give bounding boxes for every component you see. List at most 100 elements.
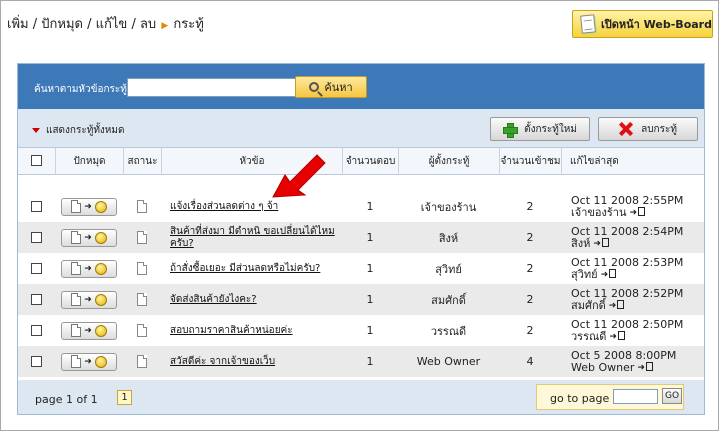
triangle-down-icon xyxy=(32,128,40,133)
topic-link[interactable]: สินค้าที่ส่งมา มีตำหนิ ขอเปลี่ยนได้ไหมคร… xyxy=(170,226,340,250)
document-icon xyxy=(71,293,82,306)
breadcrumb-current: กระทู้ xyxy=(173,17,204,32)
col-author: ผู้ตั้งกระทู้ xyxy=(398,148,499,175)
breadcrumb-edit[interactable]: แก้ไข xyxy=(96,17,128,32)
last-post-date: Oct 11 2008 2:53PM xyxy=(571,255,684,269)
col-views: จำนวนเข้าชม xyxy=(499,148,561,175)
table-row: ➜ สินค้าที่ส่งมา มีตำหนิ ขอเปลี่ยนได้ไหม… xyxy=(18,222,704,253)
plus-icon xyxy=(503,122,519,138)
breadcrumb-pin[interactable]: ปักหมุด xyxy=(41,17,83,32)
breadcrumb-add[interactable]: เพิ่ม xyxy=(7,17,29,32)
breadcrumb-arrow-icon: ▶ xyxy=(161,21,169,31)
view-count: 2 xyxy=(526,324,534,337)
last-post-author: Web Owner xyxy=(571,360,635,374)
pin-button[interactable]: ➜ xyxy=(61,197,117,216)
pin-button[interactable]: ➜ xyxy=(61,290,117,309)
arrow-right-icon: ➜ xyxy=(84,294,92,305)
go-last-post-icon[interactable]: ➜ xyxy=(601,268,617,281)
arrow-right-icon: ➜ xyxy=(84,263,92,274)
document-icon xyxy=(71,262,82,275)
reply-count: 1 xyxy=(366,262,374,275)
page-number-button[interactable]: 1 xyxy=(117,390,132,405)
author-name: สมศักดิ์ xyxy=(431,293,466,307)
last-post-date: Oct 11 2008 2:54PM xyxy=(571,224,684,238)
topic-link[interactable]: แจ้งเรื่องส่วนลดต่าง ๆ จ้า xyxy=(170,201,278,213)
last-post-date: Oct 5 2008 8:00PM xyxy=(571,348,677,362)
select-all-checkbox[interactable] xyxy=(31,155,42,166)
new-topic-button[interactable]: ตั้งกระทู้ใหม่ xyxy=(490,117,590,141)
row-checkbox[interactable] xyxy=(31,201,42,212)
last-post-date: Oct 11 2008 2:55PM xyxy=(571,193,684,207)
row-checkbox[interactable] xyxy=(31,294,42,305)
last-post-author: วรรณดี xyxy=(571,329,607,343)
last-post-author: สิงห์ xyxy=(571,236,591,250)
search-label: ค้นหาตามหัวข้อกระทู้ xyxy=(34,84,127,95)
breadcrumb-delete[interactable]: ลบ xyxy=(140,17,156,32)
pin-icon xyxy=(94,293,107,306)
row-checkbox[interactable] xyxy=(31,232,42,243)
go-last-post-icon[interactable]: ➜ xyxy=(609,330,625,343)
page-frame: เพิ่ม / ปักหมุด / แก้ไข / ลบ ▶ กระทู้ เป… xyxy=(0,0,719,431)
author-name: Web Owner xyxy=(416,355,481,368)
row-checkbox[interactable] xyxy=(31,325,42,336)
delete-topic-label: ลบกระทู้ xyxy=(641,123,677,135)
row-checkbox[interactable] xyxy=(31,263,42,274)
author-name: สุวิทย์ xyxy=(435,262,462,276)
view-count: 2 xyxy=(526,262,534,275)
goto-page-button[interactable]: GO xyxy=(662,388,682,404)
author-name: สิงห์ xyxy=(438,231,459,245)
last-post-author: สุวิทย์ xyxy=(571,267,598,281)
document-icon xyxy=(71,355,82,368)
topic-link[interactable]: ถ้าสั่งซื้อเยอะ มีส่วนลดหรือไม่ครับ? xyxy=(170,263,320,275)
col-pin: ปักหมุด xyxy=(55,148,123,175)
search-icon xyxy=(309,82,320,92)
topic-table: ปักหมุด สถานะ หัวข้อ จำนวนตอบ ผู้ตั้งกระ… xyxy=(18,147,704,380)
status-document-icon xyxy=(137,355,147,368)
topic-link[interactable]: สวัสดีค่ะ จากเจ้าของเว็บ xyxy=(170,356,275,368)
pin-button[interactable]: ➜ xyxy=(61,259,117,278)
open-webboard-button[interactable]: เปิดหน้า Web-Board xyxy=(572,10,713,38)
last-post-author: สมศักดิ์ xyxy=(571,298,606,312)
search-button[interactable]: ค้นหา xyxy=(295,76,367,98)
red-arrow-icon xyxy=(272,154,326,198)
search-input[interactable] xyxy=(127,78,304,97)
reply-count: 1 xyxy=(366,293,374,306)
author-name: วรรณดี xyxy=(430,324,467,338)
col-replies: จำนวนตอบ xyxy=(342,148,398,175)
go-last-post-icon[interactable]: ➜ xyxy=(593,237,609,250)
last-post-date: Oct 11 2008 2:52PM xyxy=(571,286,684,300)
status-document-icon xyxy=(137,293,147,306)
table-row: ➜ จัดส่งสินค้ายังไงคะ? 1 สมศักดิ์ 2 Oct … xyxy=(18,284,704,315)
delete-topic-button[interactable]: ลบกระทู้ xyxy=(598,117,698,141)
pin-button[interactable]: ➜ xyxy=(61,228,117,247)
reply-count: 1 xyxy=(366,200,374,213)
reply-count: 1 xyxy=(366,324,374,337)
goto-page-box: go to page GO xyxy=(536,384,684,410)
pager: page 1 of 1 1 go to page GO xyxy=(18,380,704,414)
breadcrumb: เพิ่ม / ปักหมุด / แก้ไข / ลบ ▶ กระทู้ xyxy=(7,17,204,32)
delete-icon xyxy=(619,122,633,136)
go-last-post-icon[interactable]: ➜ xyxy=(637,361,653,374)
show-all-topics-toggle[interactable]: แสดงกระทู้ทั้งหมด xyxy=(32,123,124,138)
author-name: เจ้าของร้าน xyxy=(420,200,477,214)
document-icon xyxy=(71,200,82,213)
reply-count: 1 xyxy=(366,355,374,368)
new-topic-label: ตั้งกระทู้ใหม่ xyxy=(524,123,577,135)
row-checkbox[interactable] xyxy=(31,356,42,367)
topic-panel: ค้นหาตามหัวข้อกระทู้ ค้นหา แสดงกระทู้ทั้… xyxy=(17,63,705,415)
note-icon xyxy=(580,14,596,34)
topic-link[interactable]: สอบถามราคาสินค้าหน่อยค่ะ xyxy=(170,325,293,337)
search-button-label: ค้นหา xyxy=(324,81,353,94)
table-row: ➜ สอบถามราคาสินค้าหน่อยค่ะ 1 วรรณดี 2 Oc… xyxy=(18,315,704,346)
view-count: 2 xyxy=(526,293,534,306)
pin-icon xyxy=(94,262,107,275)
status-document-icon xyxy=(137,324,147,337)
topic-link[interactable]: จัดส่งสินค้ายังไงคะ? xyxy=(170,294,257,306)
pin-button[interactable]: ➜ xyxy=(61,321,117,340)
go-last-post-icon[interactable]: ➜ xyxy=(629,206,646,219)
goto-page-input[interactable] xyxy=(613,389,658,404)
table-row: ➜ สวัสดีค่ะ จากเจ้าของเว็บ 1 Web Owner 4… xyxy=(18,346,704,377)
go-last-post-icon[interactable]: ➜ xyxy=(609,299,625,312)
view-count: 4 xyxy=(526,355,534,368)
pin-button[interactable]: ➜ xyxy=(61,352,117,371)
